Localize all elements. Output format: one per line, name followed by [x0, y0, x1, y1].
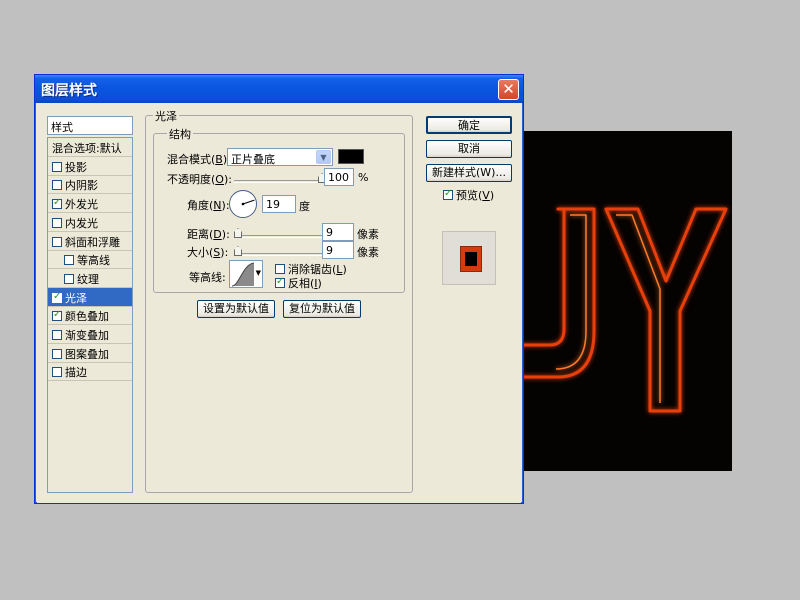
style-item-checkbox[interactable] — [52, 197, 62, 210]
opacity-unit: % — [358, 171, 369, 184]
style-item-label: 外发光 — [65, 198, 98, 212]
styles-list: 混合选项:默认投影内阴影外发光内发光斜面和浮雕等高线纹理光泽颜色叠加渐变叠加图案… — [47, 137, 133, 493]
style-item-label: 纹理 — [77, 272, 99, 286]
size-label: 大小(S): — [187, 246, 229, 259]
blend-mode-select[interactable]: 正片叠底 ▼ — [227, 148, 333, 166]
distance-slider-track[interactable] — [234, 235, 322, 238]
opacity-slider-track[interactable] — [234, 180, 322, 183]
distance-label: 距离(D): — [187, 228, 230, 241]
style-item-label: 内阴影 — [65, 179, 98, 193]
styles-header[interactable]: 样式 — [47, 116, 133, 135]
opacity-label: 不透明度(O): — [167, 173, 232, 186]
style-item[interactable]: 渐变叠加 — [48, 325, 132, 344]
chevron-down-icon: ▼ — [316, 150, 331, 164]
style-item[interactable]: 混合选项:默认 — [48, 138, 132, 157]
style-item-label: 等高线 — [77, 254, 110, 268]
blend-mode-value: 正片叠底 — [231, 153, 275, 166]
style-item[interactable]: 内阴影 — [48, 175, 132, 195]
style-item-checkbox[interactable] — [52, 161, 62, 172]
chevron-down-icon: ▼ — [255, 269, 261, 277]
antialias-checkbox[interactable] — [275, 264, 285, 274]
glow-text-art — [520, 207, 728, 413]
style-item-checkbox[interactable] — [52, 236, 62, 247]
dialog-titlebar[interactable]: 图层样式 ✕ — [35, 75, 523, 103]
dialog-body: 样式 混合选项:默认投影内阴影外发光内发光斜面和浮雕等高线纹理光泽颜色叠加渐变叠… — [37, 103, 521, 503]
style-item-label: 描边 — [65, 366, 87, 380]
set-default-button[interactable]: 设置为默认值 — [197, 300, 275, 318]
size-input[interactable]: 9 — [322, 241, 354, 259]
blend-mode-label: 混合模式(B): — [167, 153, 231, 166]
blend-color-swatch[interactable] — [338, 149, 364, 164]
contour-label: 等高线: — [189, 271, 226, 284]
style-item[interactable]: 等高线 — [48, 250, 132, 270]
cancel-button[interactable]: 取消 — [426, 140, 512, 158]
canvas-preview — [520, 131, 732, 471]
style-item-label: 图案叠加 — [65, 347, 109, 361]
style-item-checkbox[interactable] — [64, 255, 74, 266]
new-style-button[interactable]: 新建样式(W)... — [426, 164, 512, 182]
contour-curve-icon — [231, 262, 255, 287]
style-item-checkbox[interactable] — [52, 330, 62, 340]
ok-button[interactable]: 确定 — [426, 116, 512, 134]
style-item-label: 光泽 — [65, 291, 87, 305]
preview-swatch — [460, 246, 482, 272]
close-button[interactable]: ✕ — [498, 79, 519, 100]
distance-unit: 像素 — [357, 228, 379, 241]
size-unit: 像素 — [357, 246, 379, 259]
style-item-checkbox[interactable] — [52, 217, 62, 228]
angle-unit: 度 — [299, 200, 310, 213]
preview-option[interactable]: 预览(V) — [443, 187, 494, 203]
close-icon: ✕ — [502, 80, 515, 98]
style-item[interactable]: 投影 — [48, 157, 132, 176]
style-item-label: 颜色叠加 — [65, 310, 109, 324]
reset-default-button[interactable]: 复位为默认值 — [283, 300, 361, 318]
style-item[interactable]: 图案叠加 — [48, 344, 132, 363]
invert-option[interactable]: 反相(I) — [275, 275, 322, 291]
angle-input[interactable]: 19 — [262, 195, 296, 213]
style-item-checkbox[interactable] — [52, 348, 62, 359]
style-item-label: 渐变叠加 — [65, 329, 109, 342]
preview-checkbox[interactable] — [443, 188, 453, 200]
opacity-input[interactable]: 100 — [324, 168, 354, 186]
style-item[interactable]: 纹理 — [48, 269, 132, 288]
invert-checkbox[interactable] — [275, 276, 285, 288]
size-slider-track[interactable] — [234, 253, 322, 256]
angle-dial[interactable] — [228, 189, 258, 219]
layer-style-dialog: 图层样式 ✕ 样式 混合选项:默认投影内阴影外发光内发光斜面和浮雕等高线纹理光泽… — [34, 74, 524, 504]
style-item[interactable]: 斜面和浮雕 — [48, 232, 132, 251]
style-item[interactable]: 描边 — [48, 362, 132, 382]
satin-group-title: 光泽 — [153, 108, 179, 124]
style-item-label: 斜面和浮雕 — [65, 235, 120, 249]
style-item-label: 混合选项:默认 — [52, 142, 122, 155]
angle-label: 角度(N): — [187, 199, 230, 212]
style-item-label: 投影 — [65, 160, 87, 174]
distance-input[interactable]: 9 — [322, 223, 354, 241]
style-item-label: 内发光 — [65, 216, 98, 230]
structure-group-title: 结构 — [167, 126, 193, 142]
style-item[interactable]: 外发光 — [48, 194, 132, 214]
style-item-checkbox[interactable] — [52, 309, 62, 322]
style-item[interactable]: 内发光 — [48, 213, 132, 232]
style-item-checkbox[interactable] — [64, 273, 74, 284]
style-item-checkbox[interactable] — [52, 291, 62, 303]
style-item-checkbox[interactable] — [52, 180, 62, 191]
dialog-title: 图层样式 — [41, 83, 97, 99]
style-item[interactable]: 光泽 — [48, 287, 132, 307]
style-item[interactable]: 颜色叠加 — [48, 306, 132, 326]
contour-picker[interactable]: ▼ — [229, 260, 263, 288]
style-item-checkbox[interactable] — [52, 367, 62, 378]
style-preview-thumbnail — [442, 231, 496, 285]
